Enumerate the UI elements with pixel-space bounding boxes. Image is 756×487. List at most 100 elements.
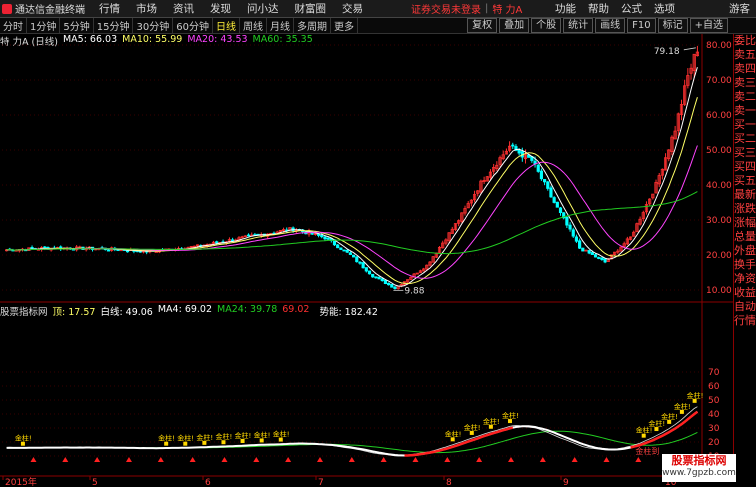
date-label: 2015年 bbox=[5, 476, 37, 487]
buy-arrow-icon bbox=[253, 457, 260, 462]
candle-body bbox=[320, 234, 324, 238]
candle-body bbox=[555, 201, 559, 208]
candle-body bbox=[380, 278, 384, 282]
watermark: 股票指标网 www.7gpzb.com bbox=[662, 454, 736, 482]
indicator-tick-label: 50 bbox=[708, 396, 720, 406]
buy-arrow-icon bbox=[94, 457, 101, 462]
candle-body bbox=[348, 252, 353, 255]
candle-body bbox=[30, 247, 34, 249]
gold-bar-label: 金柱! bbox=[483, 417, 500, 426]
candle-body bbox=[323, 236, 327, 240]
sidebar-item-15[interactable]: 外盘 bbox=[734, 244, 756, 258]
gold-bar-label: 金柱! bbox=[464, 423, 481, 432]
gold-bar-label: 金柱! bbox=[661, 412, 678, 421]
candle-body bbox=[593, 254, 598, 258]
candle-body bbox=[342, 249, 346, 252]
indicator-tick-label: 40 bbox=[708, 410, 720, 420]
buy-arrow-icon bbox=[539, 457, 546, 462]
candle-body bbox=[387, 282, 391, 286]
sidebar-item-7[interactable]: 买二 bbox=[734, 132, 756, 146]
gold-bar-label: 金柱! bbox=[445, 429, 462, 438]
gold-bar-label: 金柱! bbox=[235, 431, 252, 440]
kline-chart[interactable]: 80.00 70.00 60.00 50.00 40.00 30.00 20.00 10.00… bbox=[0, 0, 756, 487]
candle-body bbox=[600, 257, 604, 260]
sidebar-item-10[interactable]: 买五 bbox=[734, 174, 756, 188]
sidebar-item-6[interactable]: 买一 bbox=[734, 118, 756, 132]
candle-body bbox=[371, 273, 375, 278]
buy-arrow-icon bbox=[348, 457, 355, 462]
sidebar-item-9[interactable]: 买四 bbox=[734, 160, 756, 174]
candle-body bbox=[568, 224, 572, 230]
gold-bar-label: 金柱! bbox=[15, 434, 32, 443]
candle-body bbox=[536, 164, 540, 172]
sidebar-item-8[interactable]: 买三 bbox=[734, 146, 756, 160]
candle-body bbox=[517, 149, 521, 154]
gold-bar-label: 金柱! bbox=[196, 433, 213, 442]
date-label: 8 bbox=[446, 478, 452, 487]
low-annotation: 9.88 bbox=[404, 286, 424, 296]
sidebar-item-3[interactable]: 卖三 bbox=[734, 76, 756, 90]
candle-body bbox=[106, 249, 111, 252]
candle-body bbox=[565, 216, 569, 226]
candle-body bbox=[374, 276, 378, 279]
indicator-tick-label: 70 bbox=[708, 368, 720, 378]
price-tick-label: 40.00 bbox=[706, 181, 732, 191]
sidebar-item-21[interactable]: 行情 bbox=[734, 314, 756, 328]
gold-bar-label: 金柱! bbox=[687, 391, 704, 400]
sidebar-item-1[interactable]: 卖五 bbox=[734, 48, 756, 62]
ma60-line bbox=[6, 191, 698, 255]
sidebar-item-16[interactable]: 换手 bbox=[734, 258, 756, 272]
buy-arrow-icon bbox=[603, 457, 610, 462]
indicator-tick-label: 20 bbox=[708, 438, 720, 448]
candle-body bbox=[215, 241, 219, 244]
candle-body bbox=[571, 229, 575, 237]
candle-body bbox=[43, 246, 47, 249]
price-tick-label: 80.00 bbox=[706, 41, 732, 51]
ma20-line bbox=[6, 145, 698, 279]
buy-arrow-icon bbox=[157, 457, 164, 462]
gold-bar-label: 金柱! bbox=[273, 430, 290, 439]
buy-arrow-icon bbox=[285, 457, 292, 462]
buy-arrow-icon bbox=[189, 457, 196, 462]
candle-body bbox=[587, 250, 591, 254]
candle-body bbox=[393, 286, 397, 289]
sidebar-item-14[interactable]: 总量 bbox=[734, 230, 756, 244]
date-label: 6 bbox=[205, 478, 211, 487]
buy-arrow-icon bbox=[62, 457, 69, 462]
buy-arrow-icon bbox=[635, 457, 642, 462]
quote-sidebar: 委比 卖五 卖四 卖三 卖二 卖一 买一 买二 买三 买四 买五 最新 涨跌 涨幅 总量 外盘 换手 净资 收益 自动… bbox=[733, 34, 756, 474]
indicator-tick-label: 30 bbox=[708, 424, 720, 434]
candle-body bbox=[597, 257, 601, 259]
candle-body bbox=[358, 261, 362, 264]
candle-body bbox=[543, 178, 547, 183]
candle-body bbox=[511, 144, 515, 147]
candle-body bbox=[367, 270, 372, 275]
sidebar-item-12[interactable]: 涨跌 bbox=[734, 202, 756, 216]
sidebar-item-0[interactable]: 委比 bbox=[734, 34, 756, 48]
buy-arrow-icon bbox=[507, 457, 514, 462]
sidebar-item-20[interactable]: 自动 bbox=[734, 300, 756, 314]
buy-arrow-icon bbox=[476, 457, 483, 462]
gold-bar-label: 金柱! bbox=[177, 434, 194, 443]
sidebar-item-11[interactable]: 最新 bbox=[734, 188, 756, 202]
candle-body bbox=[546, 181, 550, 189]
candle-body bbox=[125, 250, 130, 253]
sidebar-item-18[interactable]: 收益 bbox=[734, 286, 756, 300]
buy-arrow-icon bbox=[571, 457, 578, 462]
date-label: 9 bbox=[563, 478, 569, 487]
candle-body bbox=[539, 170, 544, 180]
sidebar-item-2[interactable]: 卖四 bbox=[734, 62, 756, 76]
candle-body bbox=[552, 197, 556, 203]
candle-body bbox=[154, 251, 158, 253]
candle-body bbox=[603, 258, 607, 263]
candle-body bbox=[377, 277, 381, 280]
sidebar-item-4[interactable]: 卖二 bbox=[734, 90, 756, 104]
sidebar-item-13[interactable]: 涨幅 bbox=[734, 216, 756, 230]
sidebar-item-5[interactable]: 卖一 bbox=[734, 104, 756, 118]
sidebar-item-17[interactable]: 净资 bbox=[734, 272, 756, 286]
candle-body bbox=[355, 256, 359, 263]
high-marker-line bbox=[683, 47, 696, 51]
candle-body bbox=[383, 279, 388, 284]
candle-body bbox=[558, 207, 563, 213]
price-tick-label: 20.00 bbox=[706, 251, 732, 261]
